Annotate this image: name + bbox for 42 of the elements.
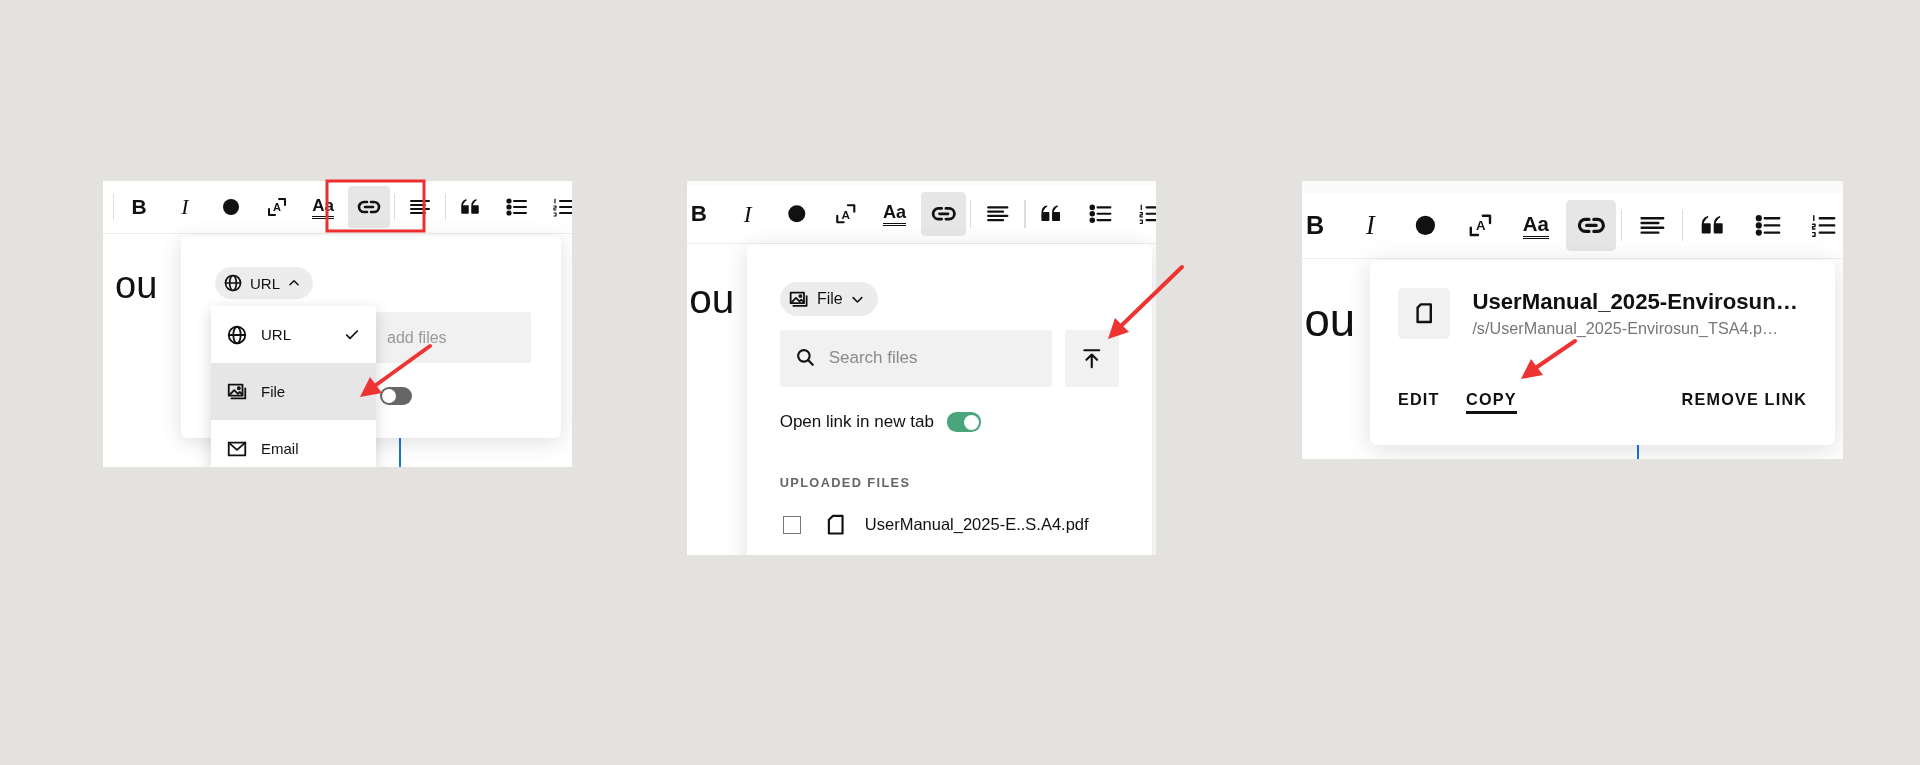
search-field[interactable]: Search files — [779, 330, 1053, 387]
search-icon — [794, 347, 816, 369]
document-heading: ou — [1304, 294, 1356, 347]
bold-button[interactable]: B — [687, 191, 722, 237]
file-path: /s/UserManual_2025-Envirosun_TSA4.p… — [1472, 319, 1780, 339]
link-button[interactable] — [1565, 200, 1617, 251]
text-size-button[interactable]: A — [1455, 200, 1506, 251]
toggle-switch[interactable] — [380, 387, 412, 405]
link-button[interactable] — [348, 186, 390, 228]
text-size-button[interactable]: A — [256, 186, 298, 228]
globe-icon — [223, 273, 243, 293]
toggle-switch[interactable] — [946, 412, 981, 432]
text-size-button[interactable]: A — [823, 191, 868, 237]
bullet-list-icon — [505, 195, 529, 219]
bold-button[interactable]: B — [1302, 200, 1341, 251]
arrow — [360, 344, 432, 397]
action-link[interactable]: EDIT — [1398, 387, 1440, 415]
menu-item[interactable]: File — [211, 363, 376, 420]
file-title: UserManual_2025-Envirosun… — [1472, 288, 1798, 315]
italic-button[interactable]: I — [725, 191, 771, 237]
checkbox[interactable] — [782, 515, 801, 534]
action-link[interactable]: COPY — [1466, 387, 1517, 415]
text-style-button[interactable]: Aa — [1510, 200, 1562, 251]
arrow — [1521, 339, 1577, 379]
file-name[interactable]: UserManual_2025-E..S.A4.pdf — [864, 515, 1089, 535]
section-title: UPLOADED FILES — [779, 474, 912, 490]
italic-button[interactable]: I — [164, 186, 206, 228]
globe-icon — [226, 323, 248, 346]
corner-brackets-icon — [265, 195, 289, 219]
italic-button[interactable]: I — [1345, 200, 1396, 251]
document-heading: ou — [115, 264, 158, 307]
upload-button[interactable] — [1065, 330, 1120, 387]
link-type-dropdown[interactable]: URL — [215, 267, 313, 299]
menu-item[interactable]: URL — [211, 306, 376, 363]
text-style-button[interactable]: Aa — [872, 191, 917, 237]
menu-item[interactable]: Email — [211, 420, 376, 467]
action-link[interactable]: REMOVE LINK — [1681, 387, 1808, 415]
toggle-label: Open link in new tab — [779, 412, 934, 433]
link-button[interactable] — [921, 191, 966, 237]
document-heading: ou — [689, 275, 735, 323]
link-type-dropdown[interactable]: File — [779, 282, 878, 317]
bold-button[interactable]: B — [118, 186, 160, 228]
